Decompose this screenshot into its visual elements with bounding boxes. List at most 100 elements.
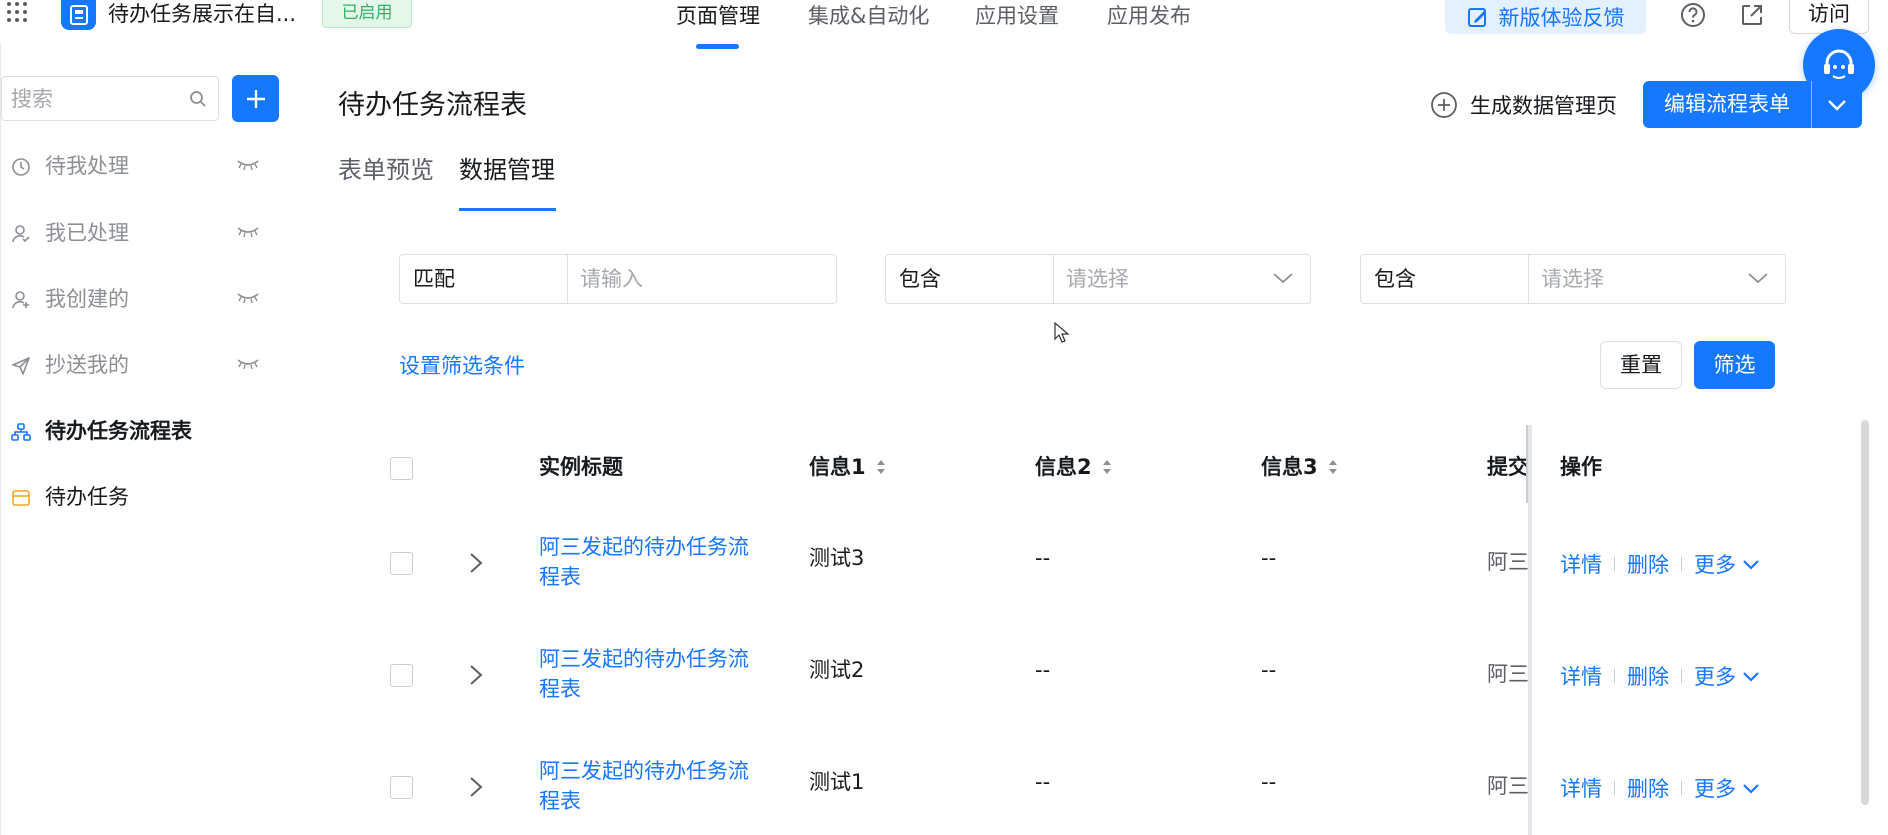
search-box: [1, 76, 219, 121]
edit-note-icon: [1467, 8, 1486, 27]
chevron-right-icon[interactable]: [469, 552, 483, 574]
tab-app-settings[interactable]: 应用设置: [975, 2, 1059, 30]
delete-link[interactable]: 删除: [1627, 661, 1669, 691]
tab-form-preview[interactable]: 表单预览: [338, 154, 434, 186]
cell-submitter: 阿三: [1487, 662, 1529, 686]
select-all-checkbox[interactable]: [390, 457, 413, 480]
row-title-link[interactable]: 阿三发起的待办任务流程表: [539, 644, 759, 704]
cell-info2: --: [1035, 770, 1051, 794]
column-label: 实例标题: [539, 455, 623, 479]
generate-data-page-button[interactable]: 生成数据管理页: [1430, 88, 1617, 122]
column-header-title[interactable]: 实例标题: [539, 452, 623, 482]
column-header-info3[interactable]: 信息3: [1261, 452, 1338, 482]
sort-icon[interactable]: [1102, 457, 1112, 477]
row-title-link[interactable]: 阿三发起的待办任务流程表: [539, 756, 759, 816]
sort-icon[interactable]: [1328, 457, 1338, 477]
filter-match: 匹配 请输入: [399, 254, 837, 304]
more-label: 更多: [1694, 777, 1736, 801]
help-icon[interactable]: [1680, 2, 1706, 28]
feedback-label: 新版体验反馈: [1498, 6, 1625, 30]
column-header-actions: 操作: [1560, 452, 1602, 482]
more-actions-dropdown[interactable]: 更多: [1694, 661, 1760, 691]
generate-label: 生成数据管理页: [1470, 94, 1617, 118]
action-divider: [1681, 781, 1682, 795]
search-icon[interactable]: [189, 90, 207, 108]
more-actions-dropdown[interactable]: 更多: [1694, 773, 1760, 803]
filter-contains-2: 包含 请选择: [1360, 254, 1786, 304]
edit-flow-form-button[interactable]: 编辑流程表单: [1643, 81, 1862, 128]
edit-dropdown-toggle[interactable]: [1812, 81, 1862, 128]
filter-button[interactable]: 筛选: [1694, 341, 1775, 389]
row-actions: 详情 删除 更多: [1560, 661, 1760, 691]
column-label: 提交人: [1487, 455, 1527, 479]
sidebar-item-todo-flow[interactable]: 待办任务流程表: [1, 412, 291, 452]
row-checkbox[interactable]: [390, 552, 413, 575]
select-placeholder: 请选择: [1541, 267, 1604, 291]
column-label: 信息2: [1035, 455, 1092, 479]
visit-button[interactable]: 访问: [1789, 0, 1869, 34]
send-icon: [12, 357, 30, 375]
flow-icon: [11, 423, 31, 441]
column-header-info2[interactable]: 信息2: [1035, 452, 1112, 482]
add-page-button[interactable]: [232, 75, 279, 122]
mouse-cursor-icon: [1054, 322, 1070, 343]
app-root: 待办任务展示在自... 已启用 页面管理 集成&自动化 应用设置 应用发布 新版…: [0, 0, 1888, 835]
tab-app-publish[interactable]: 应用发布: [1107, 2, 1191, 30]
filter-operator[interactable]: 包含: [1361, 255, 1529, 303]
detail-link[interactable]: 详情: [1560, 661, 1602, 691]
column-header-submitter[interactable]: 提交人: [1487, 452, 1527, 482]
row-checkbox[interactable]: [390, 776, 413, 799]
delete-link[interactable]: 删除: [1627, 773, 1669, 803]
filter-value-select[interactable]: 请选择: [1054, 255, 1310, 303]
filter-value-input[interactable]: 请输入: [568, 255, 836, 303]
eye-closed-icon[interactable]: [237, 292, 259, 304]
eye-closed-icon[interactable]: [237, 159, 259, 171]
chevron-down-icon: [1828, 99, 1846, 111]
chevron-right-icon[interactable]: [469, 664, 483, 686]
more-actions-dropdown[interactable]: 更多: [1694, 549, 1760, 579]
eye-closed-icon[interactable]: [237, 226, 259, 238]
chevron-down-icon: [1743, 671, 1759, 682]
tab-data-management[interactable]: 数据管理: [459, 154, 555, 186]
external-link-icon[interactable]: [1739, 2, 1765, 28]
sort-icon[interactable]: [876, 457, 886, 477]
tab-integration-automation[interactable]: 集成&自动化: [808, 2, 929, 30]
detail-link[interactable]: 详情: [1560, 773, 1602, 803]
reset-button[interactable]: 重置: [1600, 341, 1682, 389]
chevron-right-icon[interactable]: [469, 776, 483, 798]
filter-operator[interactable]: 包含: [886, 255, 1054, 303]
chevron-down-icon: [1743, 559, 1759, 570]
sidebar-item-cc[interactable]: 抄送我的: [1, 346, 291, 386]
set-filter-conditions-link[interactable]: 设置筛选条件: [399, 351, 525, 381]
row-title-link[interactable]: 阿三发起的待办任务流程表: [539, 532, 759, 592]
cell-info1: 测试3: [809, 546, 865, 570]
filter-operator[interactable]: 匹配: [400, 255, 568, 303]
sidebar-item-todo[interactable]: 待办任务: [1, 478, 291, 518]
sidebar-item-pending[interactable]: 待我处理: [1, 147, 291, 187]
select-placeholder: 请选择: [1066, 267, 1129, 291]
tab-page-management[interactable]: 页面管理: [676, 2, 760, 30]
app-name[interactable]: 待办任务展示在自...: [108, 0, 296, 28]
cell-info1: 测试1: [809, 770, 865, 794]
column-header-info1[interactable]: 信息1: [809, 452, 886, 482]
document-icon: [69, 5, 88, 25]
search-input[interactable]: [11, 77, 181, 120]
table-scrollbar[interactable]: [1861, 420, 1869, 805]
filter-value-select[interactable]: 请选择: [1529, 255, 1785, 303]
row-checkbox[interactable]: [390, 664, 413, 687]
app-grid-icon[interactable]: [6, 2, 32, 24]
sidebar-item-processed[interactable]: 我已处理: [1, 214, 291, 254]
sidebar-item-created[interactable]: 我创建的: [1, 280, 291, 320]
feedback-button[interactable]: 新版体验反馈: [1445, 0, 1646, 34]
delete-link[interactable]: 删除: [1627, 549, 1669, 579]
row-actions: 详情 删除 更多: [1560, 773, 1760, 803]
detail-link[interactable]: 详情: [1560, 549, 1602, 579]
cell-info3: --: [1261, 770, 1277, 794]
chevron-down-icon: [1743, 783, 1759, 794]
active-subtab-indicator: [459, 208, 556, 211]
more-label: 更多: [1694, 665, 1736, 689]
eye-closed-icon[interactable]: [237, 358, 259, 370]
user-plus-icon: [12, 291, 29, 309]
top-bar: 待办任务展示在自... 已启用 页面管理 集成&自动化 应用设置 应用发布 新版…: [0, 0, 1888, 101]
cell-submitter: 阿三: [1487, 774, 1529, 798]
